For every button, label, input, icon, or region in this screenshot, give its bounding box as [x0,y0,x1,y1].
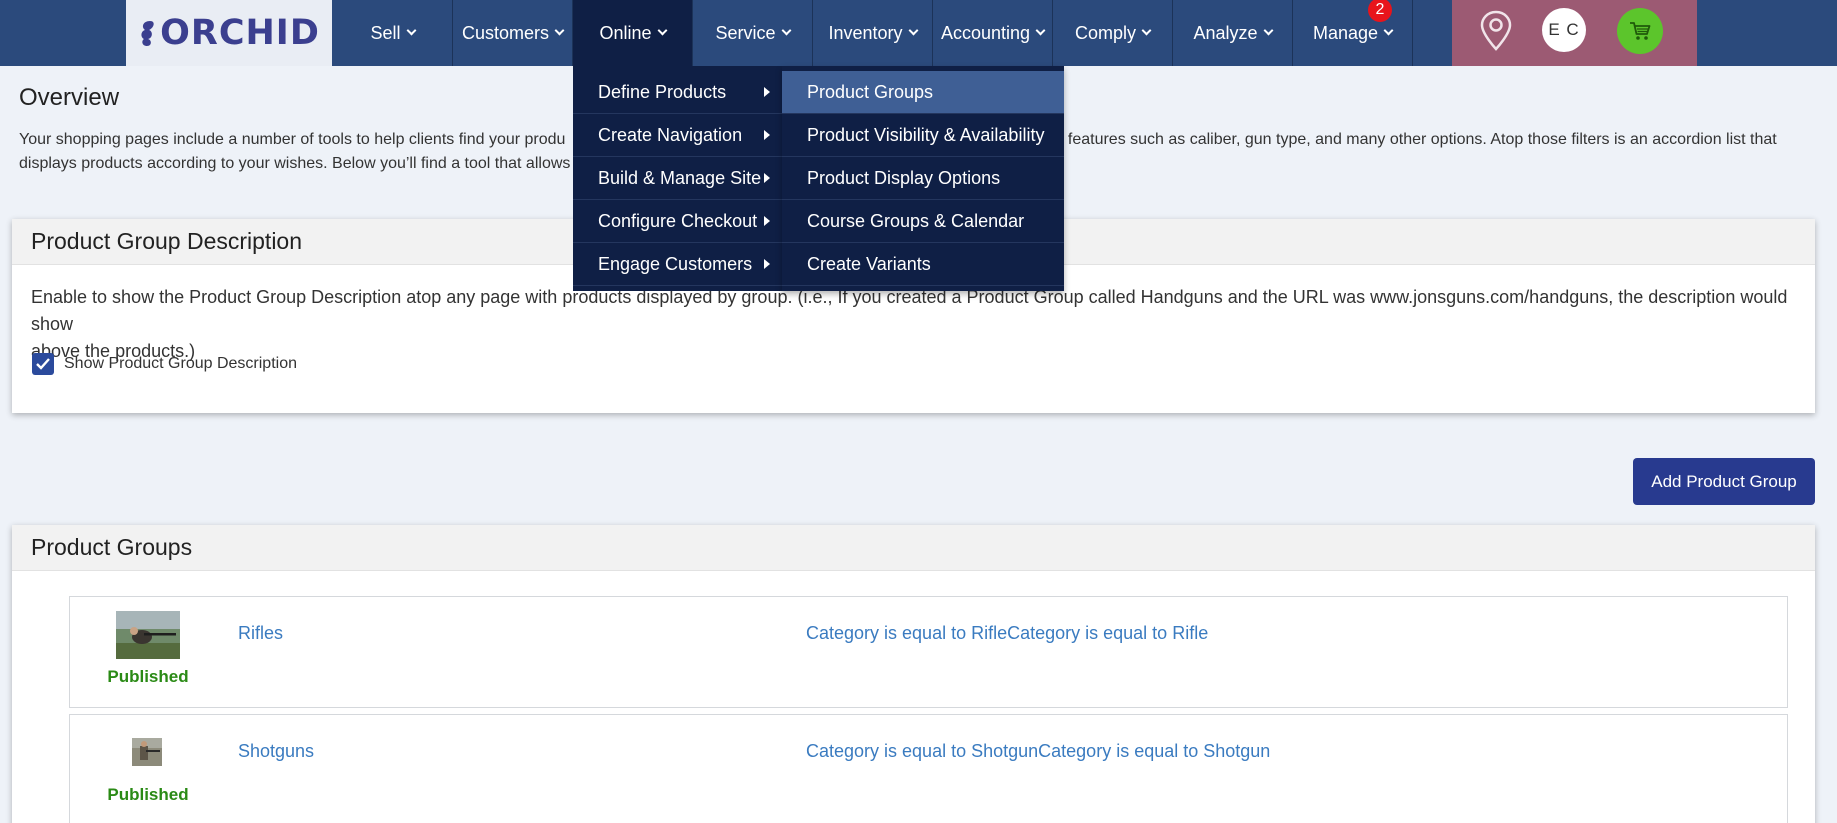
card-title: Product Group Description [31,228,303,254]
pgd-description-start: Enable to show the Product Group Descrip… [31,287,609,307]
show-description-label[interactable]: Show Product Group Description [64,353,297,375]
caret-right-icon [764,216,770,226]
checkmark-icon [36,358,50,370]
status-published: Published [107,785,189,804]
nav-manage-label: Manage [1312,22,1379,43]
menu-item-course-groups-calendar[interactable]: Course Groups & Calendar [782,200,1064,243]
nav-customers[interactable]: Customers [453,0,573,66]
menu-item-create-variants[interactable]: Create Variants [782,243,1064,286]
user-avatar[interactable]: E C [1542,8,1586,52]
nav-inventory-label: Inventory [828,22,903,43]
chevron-down-icon [657,25,667,36]
nav-accounting[interactable]: Accounting [933,0,1053,66]
menu-item-label: Create Variants [807,253,931,274]
nav-comply-label: Comply [1074,22,1136,43]
cart-icon [1630,22,1651,40]
nav-customers-label: Customers [461,22,550,43]
chevron-down-icon [406,25,416,36]
orchid-logo[interactable]: ORCHID [126,0,332,66]
nav-sell-label: Sell [370,22,401,43]
card-title: Product Groups [31,534,193,560]
menu-item-product-groups[interactable]: Product Groups [782,71,1064,114]
nav-service[interactable]: Service [693,0,813,66]
nav-manage[interactable]: Manage 2 [1293,0,1413,66]
overview-line-1-start: Your shopping pages include a number of … [19,131,566,148]
caret-right-icon [764,173,770,183]
menu-item-label: Product Groups [807,81,934,102]
product-group-filter-link[interactable]: Category is equal to RifleCategory is eq… [806,623,1208,644]
menu-item-label: Build & Manage Site [598,167,762,188]
product-group-name-link[interactable]: Rifles [238,623,283,644]
chevron-down-icon [1263,25,1273,36]
chevron-down-icon [781,25,791,36]
nav-online-label: Online [599,22,652,43]
chevron-down-icon [1383,25,1394,36]
menu-item-define-products[interactable]: Define Products [573,71,782,114]
nav-sell[interactable]: Sell [333,0,453,66]
menu-item-label: Product Visibility & Availability [807,124,1045,145]
table-row: Published Rifles Category is equal to Ri… [69,596,1788,708]
top-navigation-bar: ORCHID Sell Customers Online Service Inv… [0,0,1837,66]
table-row: Published Shotguns Category is equal to … [69,714,1788,823]
chevron-down-icon [1035,25,1046,36]
nav-online[interactable]: Online [573,0,693,66]
online-menu: Define Products Create Navigation Build … [573,66,782,291]
logo-text: ORCHID [160,13,320,53]
menu-item-create-navigation[interactable]: Create Navigation [573,114,782,157]
product-group-name-link[interactable]: Shotguns [238,741,314,762]
menu-item-label: Engage Customers [598,253,753,274]
menu-item-product-visibility[interactable]: Product Visibility & Availability [782,114,1064,157]
add-product-group-button[interactable]: Add Product Group [1633,458,1815,505]
caret-right-icon [764,259,770,269]
status-published: Published [107,667,189,686]
cart-button[interactable] [1617,8,1663,54]
menu-item-label: Product Display Options [807,167,1001,188]
orchid-logo-mark-icon [141,21,154,46]
product-group-filter-link[interactable]: Category is equal to ShotgunCategory is … [806,741,1270,762]
show-description-checkbox[interactable] [32,353,54,375]
menu-item-label: Define Products [598,81,727,102]
nav-inventory[interactable]: Inventory [813,0,933,66]
chevron-down-icon [554,25,565,36]
nav-service-label: Service [715,22,776,43]
menu-item-label: Create Navigation [598,124,743,145]
notification-badge: 2 [1368,0,1392,22]
define-products-submenu: Product Groups Product Visibility & Avai… [782,66,1064,291]
menu-item-label: Course Groups & Calendar [807,210,1025,231]
menu-item-product-display-options[interactable]: Product Display Options [782,157,1064,200]
product-groups-card: Product Groups Published Rifles Category… [12,525,1815,823]
map-pin-icon[interactable] [1477,9,1515,53]
chevron-down-icon [908,25,918,36]
menu-item-build-manage-site[interactable]: Build & Manage Site [573,157,782,200]
chevron-down-icon [1141,25,1152,36]
menu-item-label: Configure Checkout [598,210,758,231]
rifles-thumbnail[interactable] [116,611,180,659]
overview-line-1-end: y features such as caliber, gun type, an… [1055,131,1777,148]
nav-analyze-label: Analyze [1193,22,1258,43]
nav-comply[interactable]: Comply [1053,0,1173,66]
caret-right-icon [764,130,770,140]
caret-right-icon [764,87,770,97]
overview-title: Overview [19,84,120,111]
card-header: Product Groups [12,525,1815,571]
menu-item-engage-customers[interactable]: Engage Customers [573,243,782,286]
nav-analyze[interactable]: Analyze [1173,0,1293,66]
nav-accounting-label: Accounting [940,22,1031,43]
menu-item-configure-checkout[interactable]: Configure Checkout [573,200,782,243]
shotguns-thumbnail[interactable] [132,738,162,766]
